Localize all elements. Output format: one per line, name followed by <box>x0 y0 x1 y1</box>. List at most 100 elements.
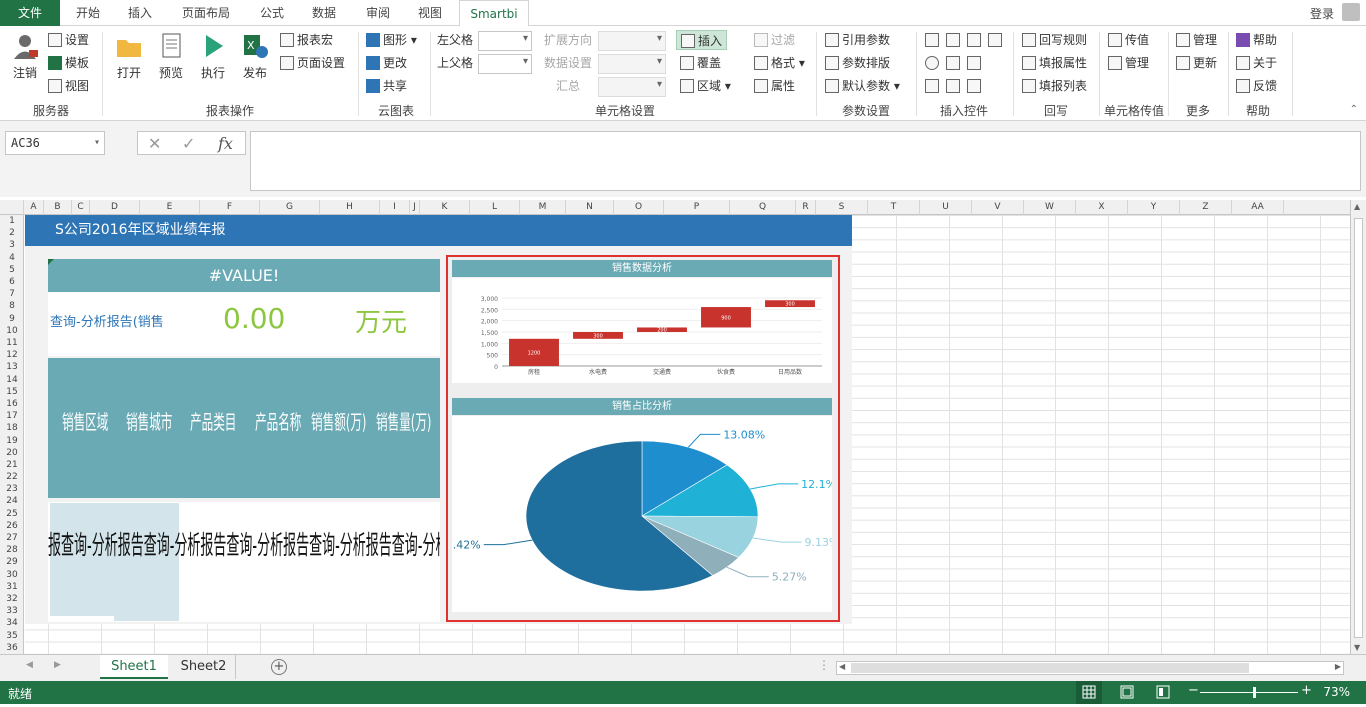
row-header[interactable]: 16 <box>0 398 24 410</box>
pass-value-button[interactable]: 传值 <box>1108 30 1149 50</box>
template-button[interactable]: 模板 <box>48 53 89 73</box>
column-header[interactable]: W <box>1024 200 1076 215</box>
column-header[interactable]: T <box>868 200 920 215</box>
update-button[interactable]: 更新 <box>1176 53 1217 73</box>
report-macro-button[interactable]: 报表宏 <box>280 30 333 50</box>
row-header[interactable]: 32 <box>0 593 24 605</box>
row-header[interactable]: 30 <box>0 569 24 581</box>
row-header[interactable]: 1 <box>0 215 24 227</box>
column-header[interactable]: S <box>816 200 868 215</box>
column-header[interactable]: N <box>566 200 614 215</box>
preview-button[interactable]: 预览 <box>154 32 188 81</box>
kpi-unit[interactable]: 万元 <box>355 302 407 339</box>
zoom-out-icon[interactable]: − <box>1188 683 1199 698</box>
avatar[interactable] <box>1342 3 1360 21</box>
tree-control-icon[interactable] <box>946 53 963 73</box>
row-header[interactable]: 9 <box>0 313 24 325</box>
column-header[interactable]: C <box>72 200 90 215</box>
select-all-corner[interactable] <box>0 200 24 215</box>
up-parent-select[interactable] <box>478 54 532 74</box>
row-header[interactable]: 8 <box>0 300 24 312</box>
row-header[interactable]: 6 <box>0 276 24 288</box>
row-header[interactable]: 2 <box>0 227 24 239</box>
date-control-icon[interactable] <box>988 30 1005 50</box>
label-control-icon[interactable] <box>967 76 984 96</box>
row-header[interactable]: 22 <box>0 471 24 483</box>
zoom-slider-thumb[interactable] <box>1252 687 1256 698</box>
row-header[interactable]: 28 <box>0 544 24 556</box>
row-header[interactable]: 13 <box>0 361 24 373</box>
row-header[interactable]: 18 <box>0 422 24 434</box>
add-sheet-icon[interactable]: + <box>271 659 287 675</box>
radio-control-icon[interactable] <box>925 53 942 73</box>
row-header[interactable]: 15 <box>0 386 24 398</box>
filter-button[interactable]: 过滤 <box>754 30 795 50</box>
scroll-down-icon[interactable]: ▼ <box>1354 643 1360 652</box>
header-sales-region[interactable]: 销售区域 <box>62 406 108 435</box>
chart-button[interactable]: 图形 ▾ <box>366 30 417 50</box>
row-header[interactable]: 4 <box>0 252 24 264</box>
row-header[interactable]: 19 <box>0 435 24 447</box>
page-layout-view-icon[interactable] <box>1114 681 1140 704</box>
scroll-right-icon[interactable]: ▶ <box>1335 662 1341 671</box>
column-header[interactable]: D <box>90 200 140 215</box>
column-header[interactable]: R <box>796 200 816 215</box>
header-sales-city[interactable]: 销售城市 <box>126 406 172 435</box>
column-header[interactable]: Z <box>1180 200 1232 215</box>
horizontal-scroll-thumb[interactable] <box>851 663 1249 673</box>
row-header[interactable]: 23 <box>0 483 24 495</box>
tab-data[interactable]: 数据 <box>306 0 342 26</box>
data-row-text[interactable]: 报查询-分析报告查询-分析报告查询-分析报告查询-分析报告查询-分析报告查询-分… <box>48 525 440 557</box>
writeback-rule-button[interactable]: 回写规则 <box>1022 30 1087 50</box>
header-product-name[interactable]: 产品名称 <box>255 406 301 435</box>
sheet-tab-1[interactable]: Sheet1 <box>100 655 168 679</box>
column-header[interactable]: V <box>972 200 1024 215</box>
execute-button[interactable]: 执行 <box>196 32 230 81</box>
view-button[interactable]: 视图 <box>48 76 89 96</box>
row-header[interactable]: 21 <box>0 459 24 471</box>
normal-view-icon[interactable] <box>1076 681 1102 704</box>
kpi-value[interactable]: 0.00 <box>223 302 285 335</box>
column-header[interactable]: X <box>1076 200 1128 215</box>
summary-select[interactable] <box>598 77 666 97</box>
horizontal-scrollbar[interactable]: ◀ ▶ <box>836 661 1344 675</box>
row-header[interactable]: 11 <box>0 337 24 349</box>
checkbox-control-icon[interactable] <box>925 76 942 96</box>
tab-insert[interactable]: 插入 <box>122 0 158 26</box>
tab-home[interactable]: 开始 <box>70 0 106 26</box>
data-settings-select[interactable] <box>598 54 666 74</box>
column-header[interactable]: E <box>140 200 200 215</box>
row-header[interactable]: 10 <box>0 325 24 337</box>
format-button[interactable]: 格式 ▾ <box>754 53 805 73</box>
chart-frame[interactable]: 销售数据分析 0 500 1,000 1,500 2,000 2,500 3,000 1200… <box>439 255 840 622</box>
share-button[interactable]: 共享 <box>366 76 407 96</box>
row-header[interactable]: 31 <box>0 581 24 593</box>
header-sales-amount[interactable]: 销售额(万) <box>311 406 366 435</box>
fill-list-button[interactable]: 填报列表 <box>1022 76 1087 96</box>
confirm-icon[interactable]: ✓ <box>182 134 195 153</box>
row-header[interactable]: 35 <box>0 630 24 642</box>
ref-param-button[interactable]: 引用参数 <box>825 30 890 50</box>
about-button[interactable]: 关于 <box>1236 53 1277 73</box>
data-cell-city[interactable] <box>114 503 179 621</box>
value-error-cell[interactable]: #VALUE! <box>48 259 440 292</box>
pie-chart-svg[interactable]: 13.08% 12.1% 9.13% 5.27% 60.42% <box>439 416 840 612</box>
expand-direction-select[interactable] <box>598 31 666 51</box>
prev-sheet-icon[interactable]: ◀ <box>26 660 33 670</box>
column-header[interactable]: U <box>920 200 972 215</box>
settings-button[interactable]: 设置 <box>48 30 89 50</box>
tab-smartbi[interactable]: Smartbi <box>459 0 529 27</box>
fx-icon[interactable]: fx <box>218 134 233 153</box>
column-header[interactable]: K <box>420 200 470 215</box>
row-header[interactable]: 20 <box>0 447 24 459</box>
zoom-in-icon[interactable]: + <box>1301 683 1312 698</box>
left-parent-select[interactable] <box>478 31 532 51</box>
column-header[interactable]: A <box>24 200 44 215</box>
attribute-button[interactable]: 属性 <box>754 76 795 96</box>
textbox-control-icon[interactable] <box>925 30 942 50</box>
data-cell-region[interactable] <box>50 503 114 616</box>
combo-control-icon[interactable] <box>967 30 984 50</box>
column-header[interactable]: O <box>614 200 664 215</box>
header-sales-volume[interactable]: 销售量(万) <box>376 406 431 435</box>
column-header[interactable]: J <box>410 200 420 215</box>
